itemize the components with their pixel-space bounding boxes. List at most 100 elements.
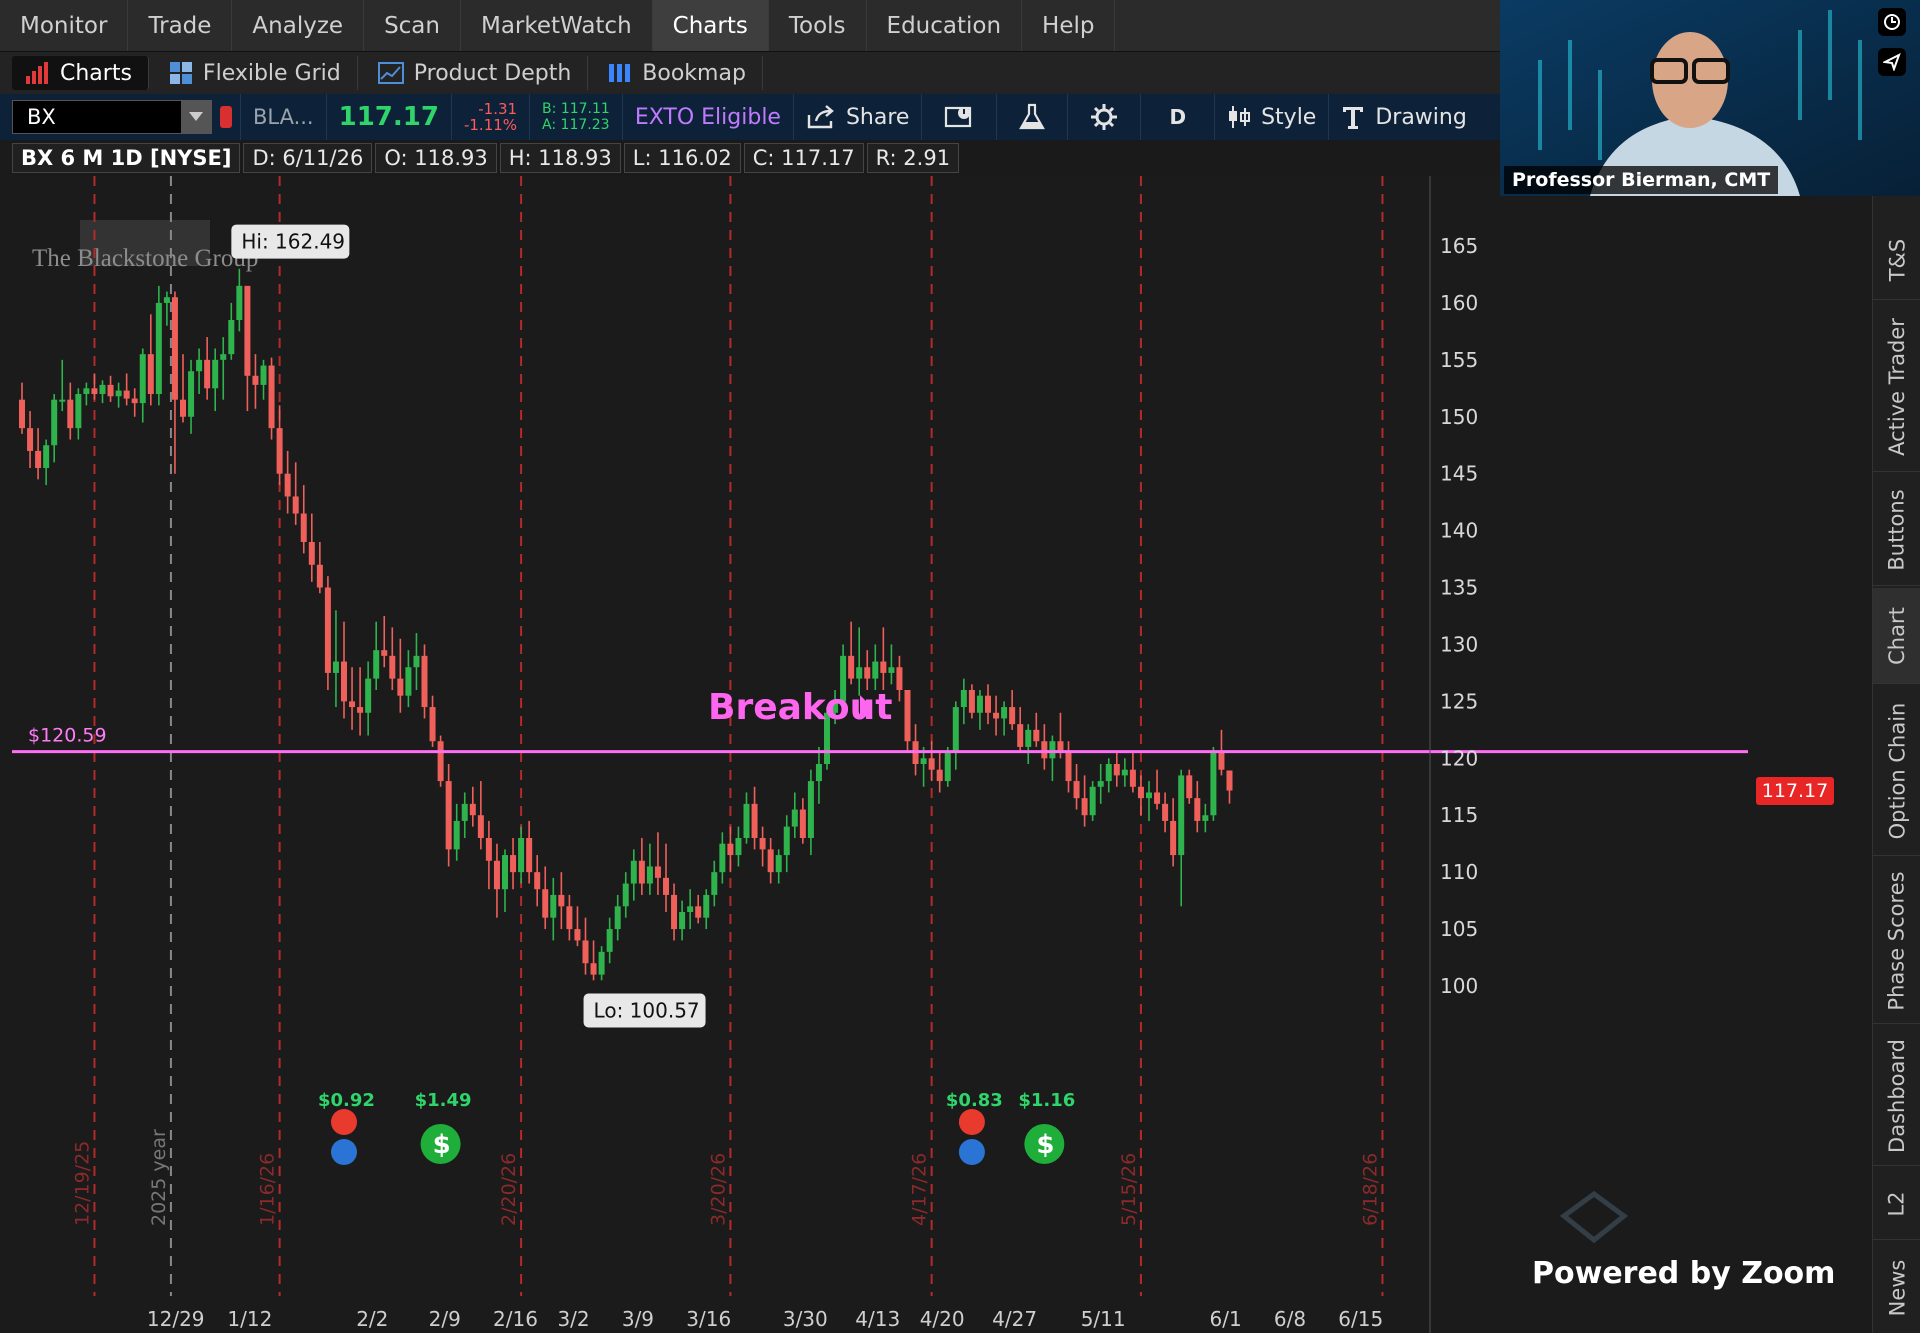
sidebar-tab-level2[interactable]: L2 xyxy=(1873,1168,1920,1240)
sidebar-tab-buttons[interactable]: Buttons xyxy=(1873,474,1920,586)
subtab-product-depth[interactable]: Product Depth xyxy=(366,56,589,90)
candle-body[interactable] xyxy=(622,883,629,907)
candle-body[interactable] xyxy=(260,365,267,385)
candle-body[interactable] xyxy=(461,803,468,821)
candle-body[interactable] xyxy=(1226,770,1233,791)
candle-body[interactable] xyxy=(51,399,58,446)
candle-body[interactable] xyxy=(83,388,90,394)
candle-body[interactable] xyxy=(469,803,476,816)
menu-trade[interactable]: Trade xyxy=(128,0,233,51)
candle-body[interactable] xyxy=(220,354,227,360)
candle-body[interactable] xyxy=(1162,803,1169,821)
candle-body[interactable] xyxy=(493,860,500,890)
candle-body[interactable] xyxy=(405,667,412,696)
candle-body[interactable] xyxy=(445,781,452,850)
candle-body[interactable] xyxy=(180,399,186,417)
candle-body[interactable] xyxy=(437,741,444,782)
candle-body[interactable] xyxy=(598,951,605,975)
sidebar-tab-option-chain[interactable]: Option Chain xyxy=(1873,686,1920,856)
candle-body[interactable] xyxy=(1154,792,1161,804)
candle-body[interactable] xyxy=(848,655,855,679)
candle-body[interactable] xyxy=(695,906,702,918)
candle-body[interactable] xyxy=(534,872,541,890)
candle-body[interactable] xyxy=(703,894,710,918)
candle-body[interactable] xyxy=(993,712,1000,719)
candle-body[interactable] xyxy=(413,655,420,668)
candle-body[interactable] xyxy=(1033,729,1040,742)
candle-body[interactable] xyxy=(67,399,74,429)
candle-body[interactable] xyxy=(1081,798,1088,816)
candle-body[interactable] xyxy=(630,860,637,884)
candle-body[interactable] xyxy=(1041,741,1048,759)
candle-body[interactable] xyxy=(759,838,766,850)
subtab-flexible-grid[interactable]: Flexible Grid xyxy=(157,56,358,90)
candle-body[interactable] xyxy=(99,384,106,394)
style-button[interactable]: Style xyxy=(1215,94,1330,140)
candle-body[interactable] xyxy=(147,354,154,394)
candle-body[interactable] xyxy=(590,963,597,975)
candle-body[interactable] xyxy=(1097,781,1104,787)
candle-body[interactable] xyxy=(550,894,557,918)
candle-body[interactable] xyxy=(711,872,718,895)
candle-body[interactable] xyxy=(558,894,565,907)
candle-body[interactable] xyxy=(1210,752,1217,816)
candle-body[interactable] xyxy=(244,285,251,376)
candle-body[interactable] xyxy=(75,394,82,429)
candle-body[interactable] xyxy=(1073,781,1080,799)
candle-body[interactable] xyxy=(397,678,404,696)
candle-body[interactable] xyxy=(960,690,967,708)
candle-body[interactable] xyxy=(944,752,951,782)
candle-body[interactable] xyxy=(1218,752,1225,770)
candle-body[interactable] xyxy=(735,838,742,856)
candle-body[interactable] xyxy=(308,542,315,565)
candle-body[interactable] xyxy=(663,877,669,895)
candle-body[interactable] xyxy=(27,428,34,451)
candle-body[interactable] xyxy=(864,667,871,679)
candle-body[interactable] xyxy=(373,650,380,679)
subtab-bookmap[interactable]: Bookmap xyxy=(596,56,763,90)
price-chart[interactable]: The Blackstone Group 12/19/25 1/16/26 2/20… xyxy=(12,176,1752,1333)
candle-body[interactable] xyxy=(1121,769,1128,776)
candle-body[interactable] xyxy=(91,388,98,394)
candle-body[interactable] xyxy=(131,398,138,404)
symbol-dropdown-button[interactable] xyxy=(181,101,211,133)
candle-body[interactable] xyxy=(502,855,508,890)
candle-body[interactable] xyxy=(526,838,533,873)
candle-body[interactable] xyxy=(1170,820,1177,856)
candle-body[interactable] xyxy=(115,390,122,397)
candle-body[interactable] xyxy=(928,758,935,770)
candle-body[interactable] xyxy=(292,496,299,514)
candle-body[interactable] xyxy=(791,809,798,827)
candle-body[interactable] xyxy=(719,843,726,873)
candle-body[interactable] xyxy=(614,906,621,930)
candle-body[interactable] xyxy=(1105,764,1112,782)
candle-body[interactable] xyxy=(751,803,758,838)
candle-body[interactable] xyxy=(123,390,130,399)
candle-body[interactable] xyxy=(687,906,694,912)
candle-body[interactable] xyxy=(365,678,372,713)
menu-tools[interactable]: Tools xyxy=(769,0,867,51)
candle-body[interactable] xyxy=(1113,764,1120,776)
candle-body[interactable] xyxy=(976,695,983,713)
candle-body[interactable] xyxy=(1001,707,1008,719)
sidebar-tab-news[interactable]: News xyxy=(1873,1242,1920,1333)
candle-body[interactable] xyxy=(1137,786,1144,799)
candle-body[interactable] xyxy=(59,399,66,402)
candle-body[interactable] xyxy=(1065,752,1072,782)
candle-body[interactable] xyxy=(654,866,661,878)
candle-body[interactable] xyxy=(767,849,774,873)
share-button[interactable]: Share xyxy=(794,94,923,140)
candle-body[interactable] xyxy=(139,354,146,404)
candle-body[interactable] xyxy=(228,320,235,355)
candle-body[interactable] xyxy=(477,815,484,838)
drawings-button[interactable]: Drawing xyxy=(1329,94,1478,140)
candle-body[interactable] xyxy=(1049,741,1056,759)
menu-help[interactable]: Help xyxy=(1022,0,1116,51)
candle-body[interactable] xyxy=(300,513,307,542)
candle-body[interactable] xyxy=(880,661,887,673)
candle-body[interactable] xyxy=(1129,769,1136,787)
menu-analyze[interactable]: Analyze xyxy=(232,0,365,51)
subtab-charts[interactable]: Charts xyxy=(12,56,149,90)
candle-body[interactable] xyxy=(316,564,323,588)
candle-body[interactable] xyxy=(236,285,243,320)
